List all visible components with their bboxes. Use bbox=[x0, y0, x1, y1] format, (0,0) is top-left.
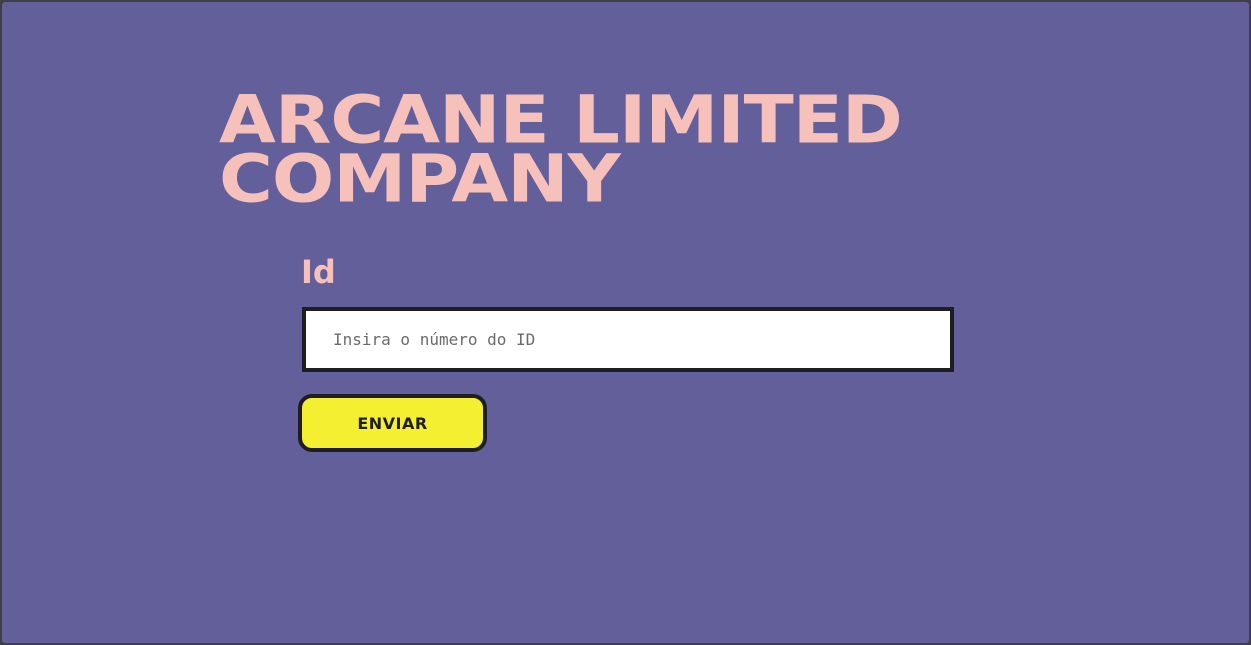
submit-button[interactable]: ENVIAR bbox=[298, 394, 487, 452]
id-field-label: Id bbox=[301, 253, 336, 291]
page-container: ARCANE LIMITED COMPANY Id ENVIAR bbox=[2, 2, 1249, 643]
page-title: ARCANE LIMITED COMPANY bbox=[219, 86, 933, 211]
id-input[interactable] bbox=[302, 307, 954, 372]
